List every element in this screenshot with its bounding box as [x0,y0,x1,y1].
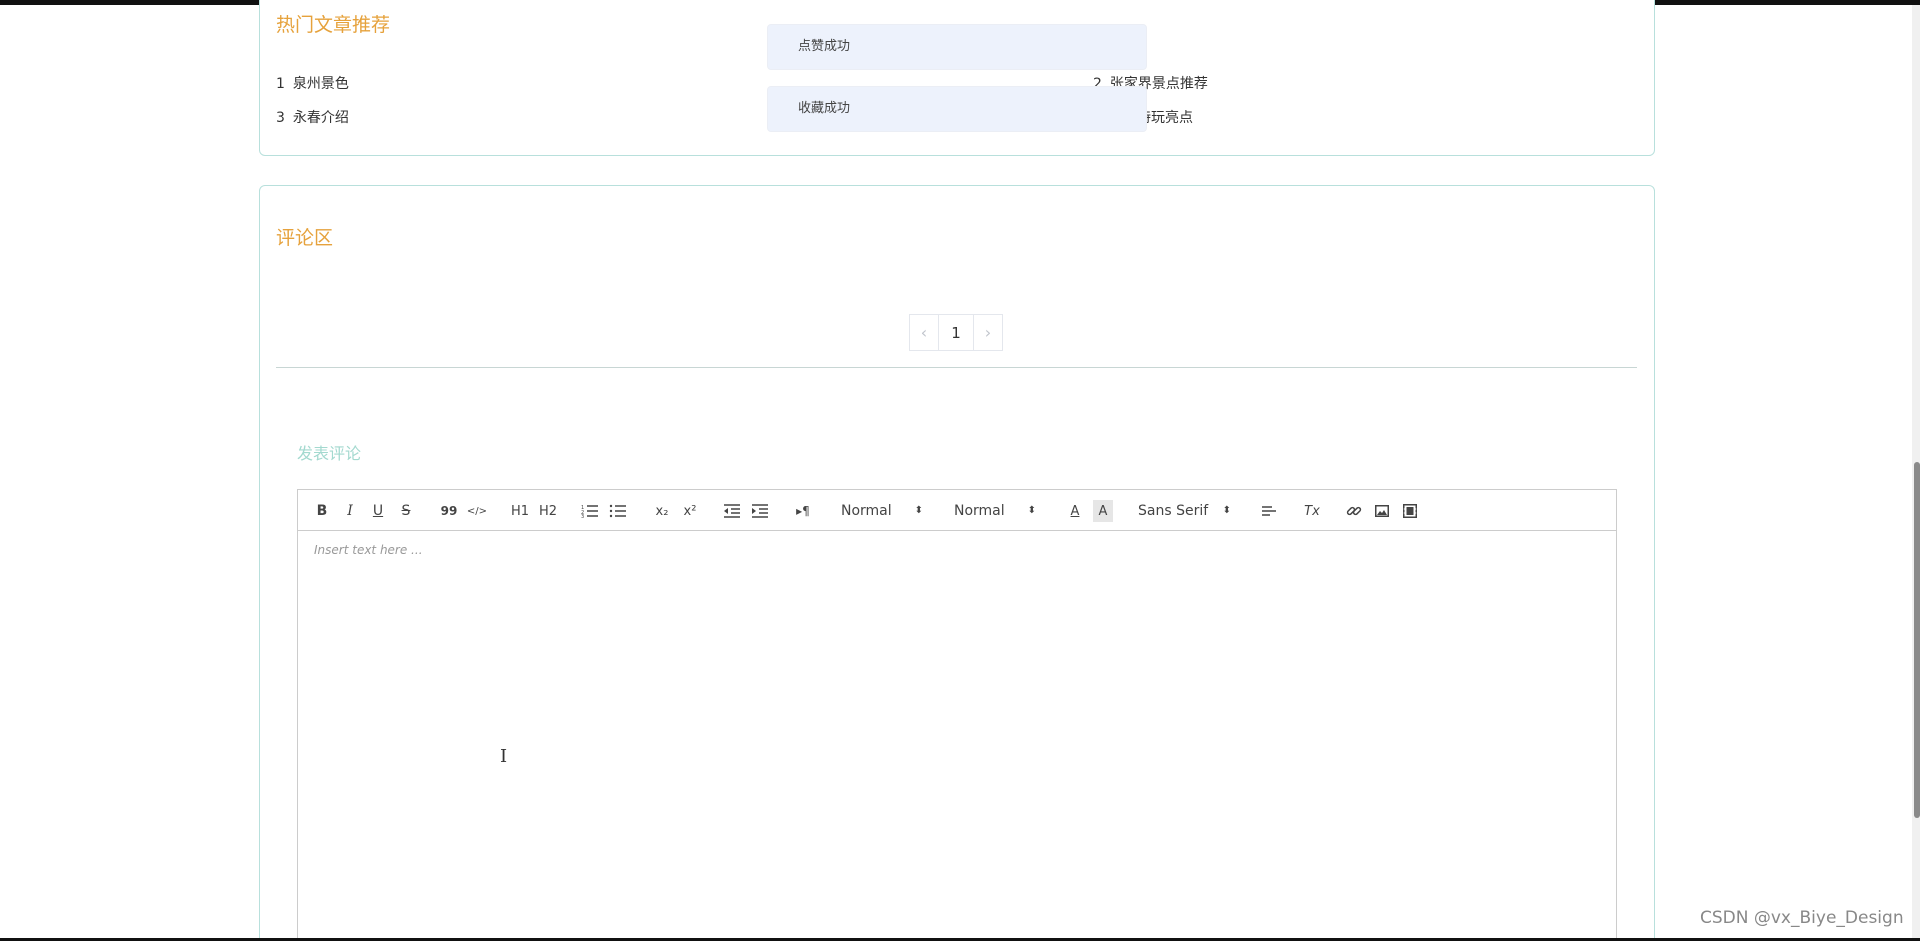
select-arrows-icon: ⬍ [914,505,923,516]
watermark: CSDN @vx_Biye_Design [1700,908,1904,928]
page-scrollbar-thumb[interactable] [1914,462,1920,818]
hot-article-number: 3 [276,110,285,126]
subscript-button[interactable]: x₂ [651,500,673,522]
page-number-button[interactable]: 1 [939,314,973,351]
superscript-button[interactable]: x² [679,500,701,522]
indent-icon [752,504,768,518]
link-button[interactable] [1344,500,1364,522]
bullet-list-button[interactable] [608,500,628,522]
hot-article-item-1[interactable]: 1 泉州景色 [276,73,349,93]
italic-button[interactable]: I [340,500,360,522]
text-cursor-icon: I [500,746,508,767]
header-2-button[interactable]: H2 [537,500,559,522]
like-success-toast: 点赞成功 [767,24,1147,70]
toast-message: 收藏成功 [798,101,851,116]
font-select[interactable]: Sans Serif ⬍ [1138,500,1231,522]
strike-button[interactable]: S [396,500,416,522]
outdent-button[interactable] [722,500,742,522]
next-page-button[interactable]: › [973,314,1003,351]
ordered-list-icon: 123 [581,505,598,518]
post-comment-title: 发表评论 [297,444,362,463]
prev-page-button[interactable]: ‹ [909,314,939,351]
editor-placeholder: Insert text here ... [314,543,423,557]
video-button[interactable] [1400,500,1420,522]
size-select[interactable]: Normal ⬍ [841,500,923,522]
align-button[interactable] [1259,500,1279,522]
hot-article-item-3[interactable]: 3 永春介绍 [276,107,349,127]
hot-article-number: 1 [276,76,285,92]
text-color-button[interactable]: A [1065,500,1085,522]
bullet-list-icon [609,504,626,518]
comment-section-title: 评论区 [276,227,334,249]
header-select[interactable]: Normal ⬍ [954,500,1036,522]
background-color-button[interactable]: A [1093,500,1113,522]
hot-articles-title: 热门文章推荐 [276,14,391,36]
indent-button[interactable] [750,500,770,522]
align-left-icon [1262,506,1276,516]
toast-message: 点赞成功 [798,39,851,54]
bold-button[interactable]: B [312,500,332,522]
outdent-icon [724,504,740,518]
text-direction-button[interactable]: ▸¶ [792,500,814,522]
blockquote-button[interactable]: 99 [438,500,460,522]
ordered-list-button[interactable]: 123 [580,500,600,522]
font-select-value: Sans Serif [1138,503,1209,519]
editor-toolbar: B I U S 99 </> H1 H2 123 x₂ x² ▸¶ Normal… [298,490,1616,531]
image-icon [1375,505,1389,517]
clean-format-button[interactable]: Tx [1301,500,1323,522]
svg-text:3: 3 [581,514,584,518]
select-arrows-icon: ⬍ [1222,505,1231,516]
select-arrows-icon: ⬍ [1027,505,1036,516]
size-select-value: Normal [841,503,892,519]
header-select-value: Normal [954,503,1005,519]
hot-article-label: 永春介绍 [292,110,349,126]
hot-article-label: 泉州景色 [292,76,349,92]
comment-editor: B I U S 99 </> H1 H2 123 x₂ x² ▸¶ Normal… [297,489,1617,941]
editor-content-area[interactable]: Insert text here ... [298,531,1616,941]
comment-pagination: ‹ 1 › [909,314,1003,351]
underline-button[interactable]: U [368,500,388,522]
image-button[interactable] [1372,500,1392,522]
code-block-button[interactable]: </> [466,500,488,522]
comment-divider [276,367,1637,368]
header-1-button[interactable]: H1 [509,500,531,522]
video-icon [1403,504,1417,518]
link-icon [1346,506,1362,516]
favorite-success-toast: 收藏成功 [767,86,1147,132]
